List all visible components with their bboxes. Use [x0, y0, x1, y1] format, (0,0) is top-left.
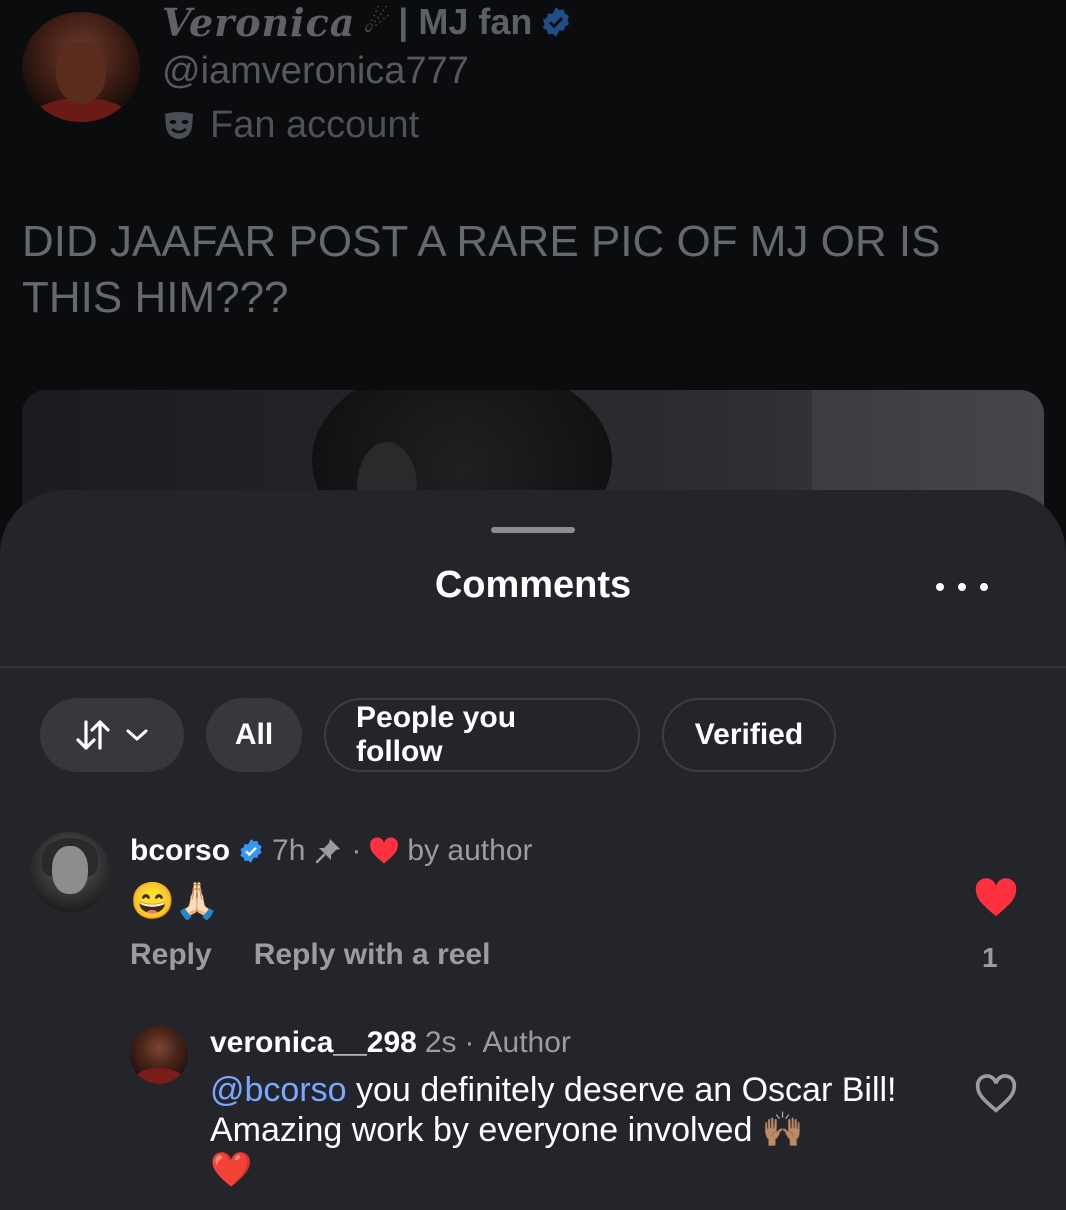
comment-actions: Reply Reply with a reel	[130, 938, 490, 972]
heart-icon	[370, 837, 399, 864]
filter-verified[interactable]: Verified	[662, 698, 836, 772]
reply-username[interactable]: veronica__298	[210, 1026, 417, 1060]
reply-avatar[interactable]	[130, 1026, 188, 1084]
avatar-face	[56, 42, 106, 104]
liked-by-author-label: by author	[407, 834, 533, 867]
sheet-divider	[0, 666, 1066, 668]
post-name-suffix: | MJ fan	[398, 1, 533, 42]
filter-bar: All People you follow Verified	[40, 698, 836, 772]
post-text: DID JAAFAR POST A RARE PIC OF MJ OR IS T…	[22, 217, 941, 322]
avatar-face	[52, 846, 88, 894]
separator-dot: ·	[351, 834, 362, 867]
sort-icon	[76, 720, 110, 750]
comment-header: bcorso 7h · by author	[130, 830, 533, 872]
comment-text: 😄🙏🏻	[130, 880, 220, 921]
fan-mask-icon	[165, 111, 193, 139]
account-tag-row: Fan account	[162, 104, 419, 147]
verified-badge-icon	[543, 7, 570, 37]
comet-icon: ☄	[363, 5, 391, 39]
filter-people-you-follow[interactable]: People you follow	[324, 698, 640, 772]
comment-username[interactable]: bcorso	[130, 834, 230, 868]
reply-text: @bcorso you definitely deserve an Oscar …	[210, 1070, 930, 1190]
reply-with-reel-button[interactable]: Reply with a reel	[254, 938, 491, 972]
more-icon[interactable]	[936, 574, 988, 600]
separator-dot: ·	[464, 1026, 475, 1059]
comment-time: 7h	[272, 834, 306, 867]
post-avatar[interactable]	[22, 12, 140, 122]
reply-heart-emoji: ❤️	[210, 1151, 253, 1189]
avatar-shirt	[136, 1068, 182, 1084]
chevron-down-icon	[126, 729, 148, 741]
verified-badge-icon	[240, 839, 262, 863]
filter-all[interactable]: All	[206, 698, 302, 772]
post-name-row: Veronica ☄ | MJ fan	[162, 0, 572, 45]
sheet-grabber[interactable]	[491, 527, 575, 533]
author-badge: Author	[482, 1026, 571, 1059]
heart-icon[interactable]	[974, 878, 1018, 918]
account-tag: Fan account	[210, 104, 420, 146]
post-display-name[interactable]: Veronica	[162, 0, 355, 45]
background-post: Veronica ☄ | MJ fan @iamveronica777 Fan …	[0, 0, 1066, 550]
sheet-title: Comments	[434, 564, 632, 606]
heart-outline-icon[interactable]	[974, 1074, 1018, 1114]
reply-header: veronica__298 2s · Author	[210, 1022, 571, 1064]
mention-link[interactable]: @bcorso	[210, 1071, 347, 1109]
reply-button[interactable]: Reply	[130, 938, 212, 972]
pin-icon	[316, 839, 341, 864]
comment-avatar[interactable]	[30, 832, 110, 912]
reply-time: 2s	[424, 1026, 457, 1059]
comments-sheet: Comments All People you follow Verified …	[0, 490, 1066, 1210]
like-count: 1	[982, 942, 998, 973]
post-handle[interactable]: @iamveronica777	[162, 50, 469, 93]
sort-button[interactable]	[40, 698, 184, 772]
